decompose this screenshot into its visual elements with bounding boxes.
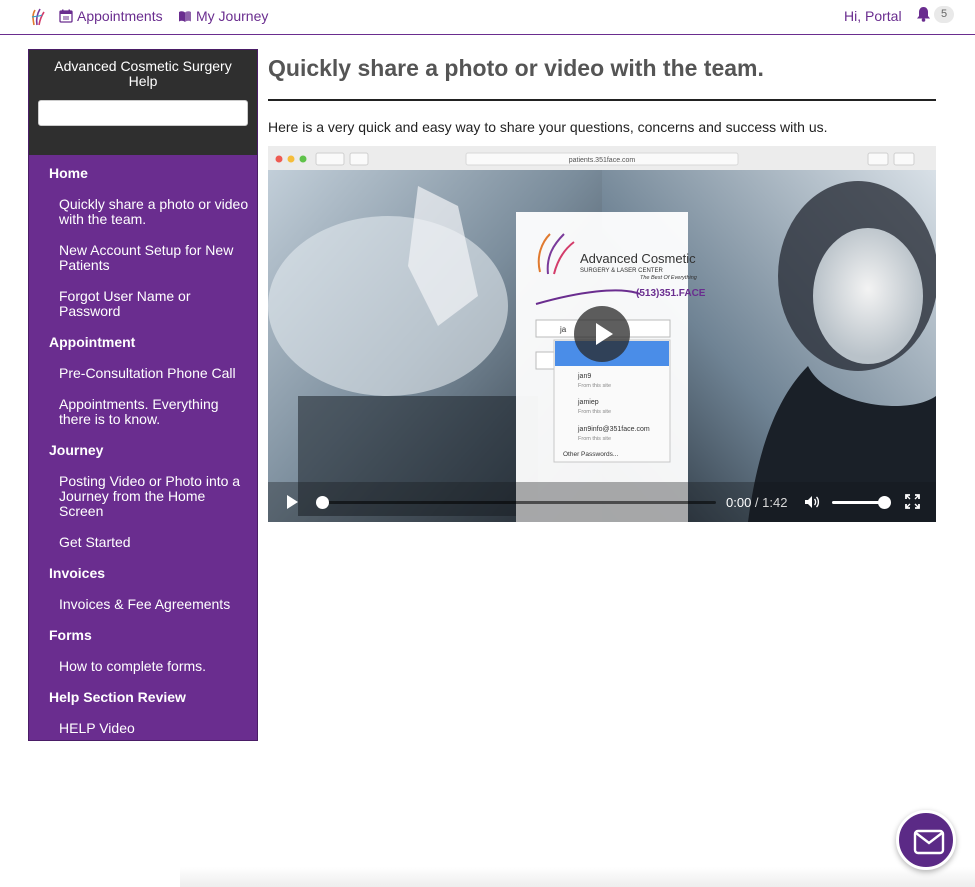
video-time-display: 0:00 / 1:42 xyxy=(726,495,787,510)
menu-item-posting-video-photo[interactable]: Posting Video or Photo into a Journey fr… xyxy=(29,474,257,519)
bell-icon[interactable] xyxy=(916,6,931,22)
page-title: Quickly share a photo or video with the … xyxy=(268,55,764,81)
video-brand-phone: (513)351.FACE xyxy=(636,288,706,299)
menu-section-help-review[interactable]: Help Section Review xyxy=(29,690,257,705)
volume-slider-handle[interactable] xyxy=(877,496,891,509)
mail-icon xyxy=(913,829,945,855)
sidebar-header: Advanced Cosmetic Surgery Help xyxy=(29,50,257,155)
user-greeting[interactable]: Hi, Portal xyxy=(844,8,902,24)
video-brand-line1: Advanced Cosmetic xyxy=(580,251,696,266)
nav-my-journey-label: My Journey xyxy=(196,8,269,24)
menu-item-complete-forms[interactable]: How to complete forms. xyxy=(29,659,257,674)
notification-count-badge[interactable]: 5 xyxy=(934,6,954,23)
menu-item-appointments-info[interactable]: Appointments. Everything there is to kno… xyxy=(29,397,257,427)
video-time-separator: / xyxy=(751,495,763,510)
menu-item-help-video[interactable]: HELP Video xyxy=(29,721,257,736)
menu-section-journey[interactable]: Journey xyxy=(29,443,257,458)
menu-item-get-started[interactable]: Get Started xyxy=(29,535,257,550)
video-progress-bar[interactable] xyxy=(318,501,716,504)
video-duration: 1:42 xyxy=(762,495,788,510)
nav-appointments[interactable]: Appointments xyxy=(59,8,163,24)
book-icon xyxy=(179,11,191,22)
menu-item-new-account-setup[interactable]: New Account Setup for New Patients xyxy=(29,243,257,273)
video-progress-handle[interactable] xyxy=(316,496,329,509)
video-other-passwords: Other Passwords... xyxy=(563,451,618,458)
top-navigation: Appointments My Journey Hi, Portal 5 xyxy=(0,0,975,35)
title-divider xyxy=(268,99,936,101)
menu-section-forms[interactable]: Forms xyxy=(29,628,257,643)
video-current-time: 0:00 xyxy=(726,495,752,510)
footer-shadow xyxy=(180,867,975,887)
fullscreen-icon[interactable] xyxy=(905,494,920,509)
volume-icon[interactable] xyxy=(804,494,820,510)
menu-section-invoices[interactable]: Invoices xyxy=(29,566,257,581)
video-autocomplete-3: jan9info@351face.com xyxy=(577,426,650,433)
help-sidebar: Advanced Cosmetic Surgery Help Home Quic… xyxy=(28,49,258,741)
video-autocomplete-3-sub: From this site xyxy=(578,436,611,442)
menu-section-appointment[interactable]: Appointment xyxy=(29,335,257,350)
play-icon xyxy=(596,323,613,345)
video-username-value: ja xyxy=(559,325,567,334)
message-button[interactable] xyxy=(896,810,956,870)
video-brand-line2: SURGERY & LASER CENTER xyxy=(580,268,663,274)
video-autocomplete-1-sub: From this site xyxy=(578,383,611,389)
calendar-icon xyxy=(59,9,73,23)
menu-section-home[interactable]: Home xyxy=(29,166,257,181)
menu-item-forgot-username[interactable]: Forgot User Name or Password xyxy=(29,289,257,319)
video-player[interactable]: patients.351face.com Advanced Cosmetic S… xyxy=(268,146,936,522)
sidebar-title: Advanced Cosmetic Surgery Help xyxy=(54,58,232,89)
menu-item-pre-consultation-call[interactable]: Pre-Consultation Phone Call xyxy=(29,366,257,381)
video-url-text: patients.351face.com xyxy=(569,157,636,164)
help-menu: Home Quickly share a photo or video with… xyxy=(29,155,257,736)
video-autocomplete-2: jamiep xyxy=(577,399,599,406)
logo-icon[interactable] xyxy=(30,7,46,27)
nav-appointments-label: Appointments xyxy=(77,8,163,24)
video-autocomplete-2-sub: From this site xyxy=(578,409,611,415)
big-play-button[interactable] xyxy=(574,306,630,362)
video-controls: 0:00 / 1:42 xyxy=(268,482,936,522)
menu-item-share-photo-video[interactable]: Quickly share a photo or video with the … xyxy=(29,197,257,227)
video-autocomplete-1: jan9 xyxy=(577,373,591,380)
menu-item-invoices-fee-agreements[interactable]: Invoices & Fee Agreements xyxy=(29,597,257,612)
intro-text: Here is a very quick and easy way to sha… xyxy=(268,119,828,135)
video-brand-tagline: The Best Of Everything xyxy=(640,275,698,281)
play-icon[interactable] xyxy=(284,494,300,510)
sidebar-search-input[interactable] xyxy=(38,100,248,126)
nav-my-journey[interactable]: My Journey xyxy=(178,8,268,24)
